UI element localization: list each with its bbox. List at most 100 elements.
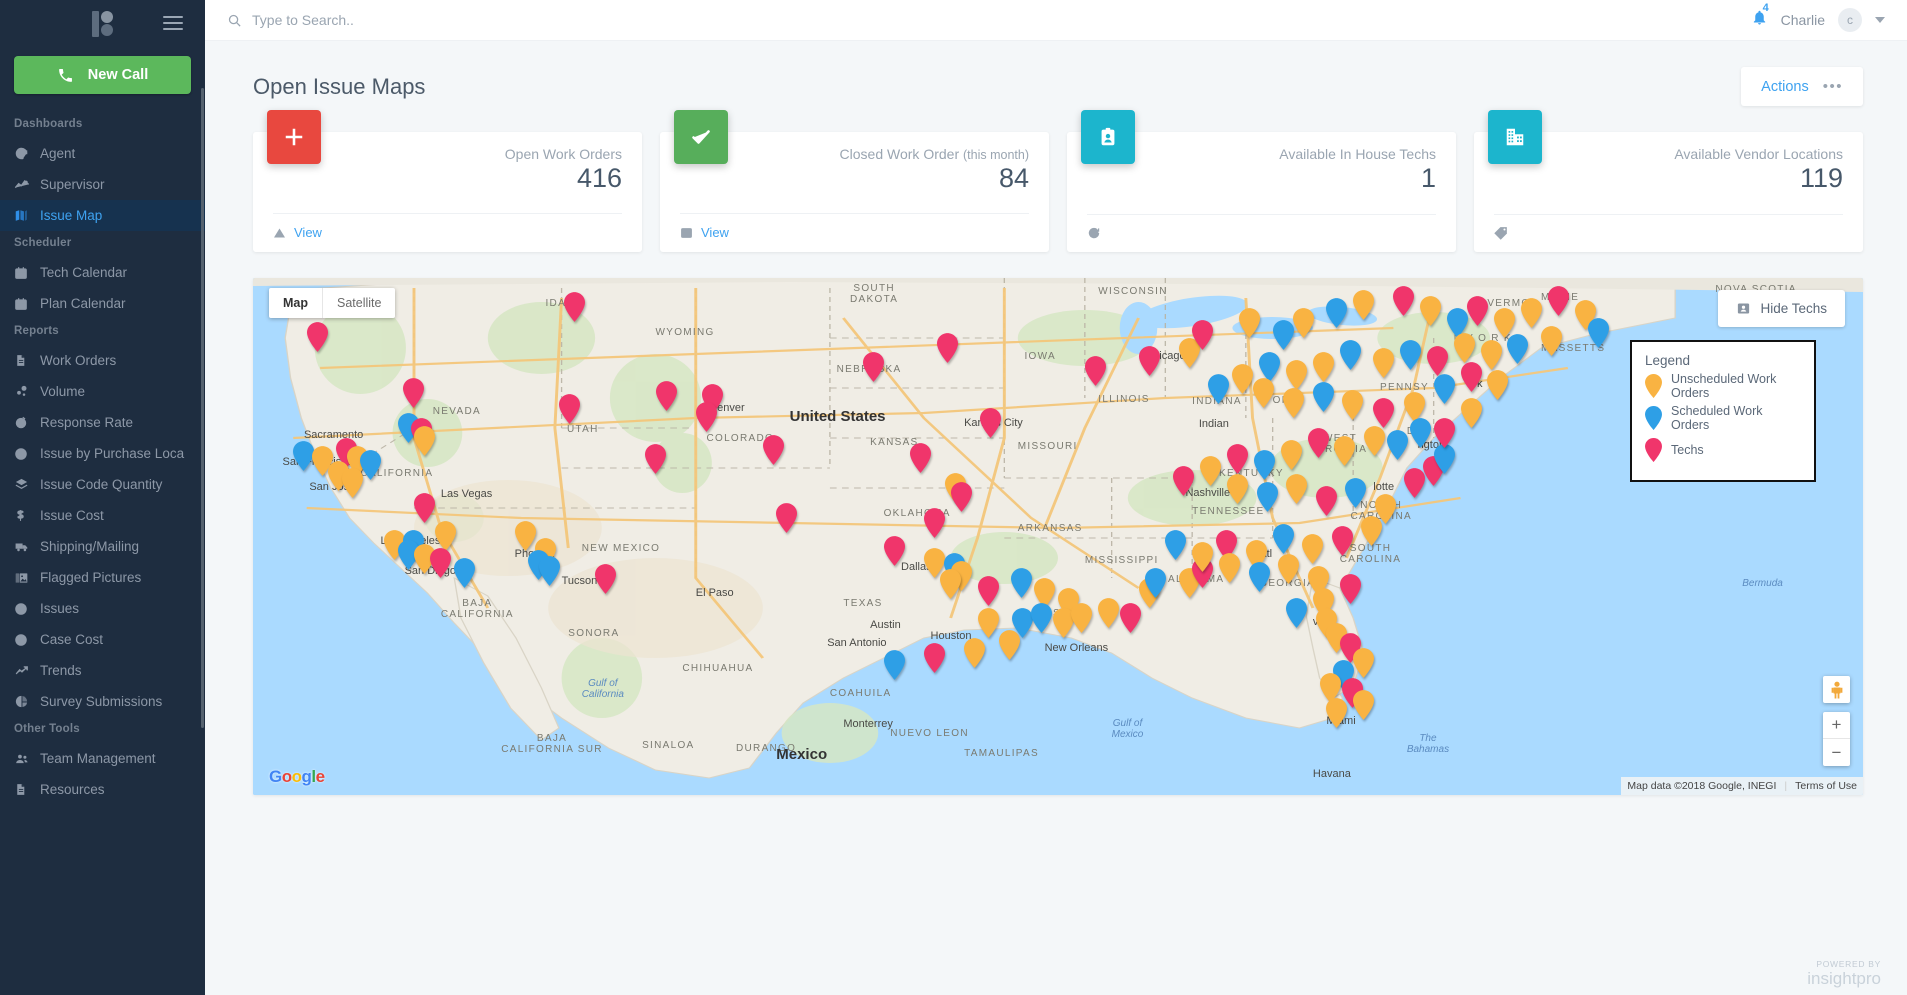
map-marker-blue[interactable]	[1248, 562, 1270, 597]
sidebar-item-team-management[interactable]: Team Management	[0, 743, 205, 774]
map-marker-pink[interactable]	[1192, 320, 1214, 355]
map-marker-pink[interactable]	[1331, 526, 1353, 561]
zoom-in-button[interactable]: +	[1823, 712, 1850, 739]
map-type-toggle[interactable]: Map Satellite	[269, 288, 396, 318]
hide-techs-button[interactable]: Hide Techs	[1718, 290, 1845, 327]
map-marker-pink[interactable]	[306, 322, 328, 357]
map-marker-orange[interactable]	[1342, 390, 1364, 425]
sidebar-item-tech-calendar[interactable]: Tech Calendar	[0, 257, 205, 288]
menu-toggle-icon[interactable]	[163, 16, 183, 31]
issue-map[interactable]: OREGONIDAHOWYOMINGSOUTH DAKOTAWISCONSINN…	[253, 278, 1863, 795]
map-marker-pink[interactable]	[1173, 466, 1195, 501]
sidebar-item-resources[interactable]: Resources	[0, 774, 205, 805]
map-marker-orange[interactable]	[1420, 296, 1442, 331]
map-marker-pink[interactable]	[1547, 286, 1569, 321]
map-marker-pink[interactable]	[1339, 574, 1361, 609]
map-marker-blue[interactable]	[1253, 450, 1275, 485]
map-marker-blue[interactable]	[1286, 598, 1308, 633]
map-marker-orange[interactable]	[939, 569, 961, 604]
map-marker-pink[interactable]	[910, 443, 932, 478]
map-marker-pink[interactable]	[1315, 486, 1337, 521]
sidebar-item-shipping-mailing[interactable]: Shipping/Mailing	[0, 531, 205, 562]
map-marker-orange[interactable]	[1227, 474, 1249, 509]
map-marker-blue[interactable]	[1208, 374, 1230, 409]
map-marker-pink[interactable]	[403, 378, 425, 413]
map-marker-orange[interactable]	[1278, 554, 1300, 589]
map-marker-pink[interactable]	[644, 444, 666, 479]
kpi-card-available-in-house-techs[interactable]: Available In House Techs 1	[1067, 110, 1456, 252]
map-marker-pink[interactable]	[1460, 362, 1482, 397]
map-marker-pink[interactable]	[1084, 356, 1106, 391]
map-marker-orange[interactable]	[1219, 553, 1240, 588]
map-marker-pink[interactable]	[1433, 418, 1455, 453]
map-marker-blue[interactable]	[1409, 418, 1431, 453]
map-marker-pink[interactable]	[923, 508, 945, 543]
map-marker-pink[interactable]	[564, 292, 586, 327]
map-marker-blue[interactable]	[1400, 340, 1422, 375]
map-marker-blue[interactable]	[360, 450, 382, 485]
map-marker-orange[interactable]	[1071, 603, 1093, 638]
new-call-button[interactable]: New Call	[14, 56, 191, 94]
sidebar-item-issue-code-quantity[interactable]: Issue Code Quantity	[0, 469, 205, 500]
map-type-map[interactable]: Map	[269, 288, 322, 318]
map-marker-pink[interactable]	[558, 394, 580, 429]
map-marker-blue[interactable]	[883, 650, 905, 685]
map-marker-orange[interactable]	[1363, 426, 1385, 461]
map-marker-pink[interactable]	[776, 503, 798, 538]
search-input[interactable]	[252, 12, 672, 28]
map-marker-blue[interactable]	[1433, 374, 1455, 409]
kpi-card-open-work-orders[interactable]: Open Work Orders 416 View	[253, 110, 642, 252]
kpi-card-closed-work-order[interactable]: Closed Work Order (this month) 84 View	[660, 110, 1049, 252]
map-marker-pink[interactable]	[1467, 296, 1489, 331]
map-marker-blue[interactable]	[1326, 298, 1348, 333]
sidebar-item-flagged-pictures[interactable]: Flagged Pictures	[0, 562, 205, 593]
kpi-view-link[interactable]: View	[294, 225, 322, 240]
map-marker-orange[interactable]	[1200, 456, 1222, 491]
map-marker-pink[interactable]	[430, 548, 452, 583]
sidebar-item-case-cost[interactable]: Case Cost	[0, 624, 205, 655]
map-marker-pink[interactable]	[980, 408, 1002, 443]
map-marker-blue[interactable]	[1339, 340, 1361, 375]
sidebar-item-volume[interactable]: Volume	[0, 376, 205, 407]
kpi-card-available-vendor-locations[interactable]: Available Vendor Locations 119	[1474, 110, 1863, 252]
map-marker-orange[interactable]	[1353, 690, 1375, 725]
map-marker-pink[interactable]	[695, 402, 717, 437]
map-marker-pink[interactable]	[883, 536, 905, 571]
map-marker-blue[interactable]	[1165, 530, 1187, 565]
map-marker-pink[interactable]	[595, 564, 617, 599]
map-marker-orange[interactable]	[1487, 370, 1509, 405]
map-marker-pink[interactable]	[863, 352, 885, 387]
kpi-view-link[interactable]: View	[701, 225, 729, 240]
map-marker-orange[interactable]	[1361, 516, 1383, 551]
map-marker-pink[interactable]	[937, 333, 959, 368]
map-marker-blue[interactable]	[1587, 318, 1609, 353]
map-marker-blue[interactable]	[1256, 482, 1278, 517]
map-marker-orange[interactable]	[1239, 308, 1261, 343]
map-marker-pink[interactable]	[977, 576, 999, 611]
map-marker-orange[interactable]	[1192, 542, 1214, 577]
map-type-satellite[interactable]: Satellite	[322, 288, 395, 318]
map-marker-orange[interactable]	[1353, 290, 1375, 325]
sidebar-item-plan-calendar[interactable]: Plan Calendar	[0, 288, 205, 319]
map-marker-orange[interactable]	[414, 426, 435, 461]
sidebar-scrollbar[interactable]	[201, 88, 204, 728]
sidebar-item-issue-by-purchase-loca[interactable]: Issue by Purchase Loca	[0, 438, 205, 469]
map-marker-orange[interactable]	[1460, 398, 1482, 433]
map-marker-orange[interactable]	[964, 638, 986, 673]
map-marker-blue[interactable]	[1031, 603, 1053, 638]
map-marker-orange[interactable]	[1098, 598, 1120, 633]
map-marker-orange[interactable]	[1326, 698, 1348, 733]
map-marker-orange[interactable]	[1252, 378, 1274, 413]
map-marker-blue[interactable]	[1272, 320, 1294, 355]
map-marker-orange[interactable]	[341, 468, 363, 503]
map-marker-pink[interactable]	[923, 643, 945, 678]
map-marker-orange[interactable]	[1232, 364, 1254, 399]
map-marker-orange[interactable]	[998, 630, 1020, 665]
sidebar-item-issue-cost[interactable]: Issue Cost	[0, 500, 205, 531]
avatar[interactable]: c	[1838, 8, 1862, 32]
map-marker-pink[interactable]	[414, 493, 435, 528]
map-marker-blue[interactable]	[1507, 334, 1529, 369]
map-marker-orange[interactable]	[1373, 348, 1395, 383]
zoom-out-button[interactable]: −	[1823, 739, 1850, 766]
map-marker-blue[interactable]	[538, 556, 560, 591]
